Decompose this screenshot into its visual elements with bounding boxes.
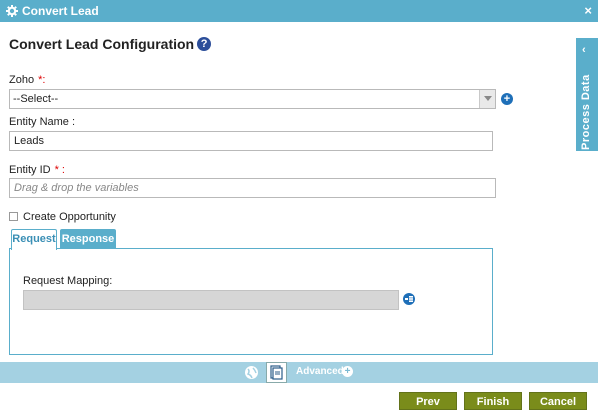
gear-icon [5,4,19,18]
convert-lead-dialog: Convert Lead × Convert Lead Configuratio… [0,0,598,416]
entity-name-label: Entity Name : [9,116,76,128]
page-title-text: Convert Lead Configuration [9,36,195,52]
zoho-label-text: Zoho [9,74,35,86]
entity-id-label: Entity ID * : [9,164,65,176]
add-connection-icon[interactable]: + [501,93,513,105]
close-icon[interactable]: × [584,3,592,19]
help-icon[interactable]: ? [197,37,212,51]
create-opportunity-label: Create Opportunity [23,211,116,223]
tab-response[interactable]: Response [60,229,116,249]
page-title: Convert Lead Configuration ? [9,36,212,52]
required-mark: * : [54,164,65,176]
request-mapping-label: Request Mapping: [23,275,113,287]
create-opportunity-checkbox[interactable] [9,212,18,221]
title-bar: Convert Lead × [0,0,598,22]
entity-id-label-text: Entity ID [9,164,51,176]
process-data-tab[interactable]: ‹ Process Data [576,38,598,151]
advanced-label[interactable]: Advanced [296,366,344,377]
required-mark: *: [38,74,46,86]
mapping-icon[interactable] [403,293,415,305]
zoho-select-value: --Select-- [13,93,59,105]
chevron-left-icon: ‹ [582,44,586,56]
prev-button[interactable]: Prev [399,392,457,410]
entity-id-field[interactable]: Drag & drop the variables [9,178,496,198]
expand-advanced-icon[interactable]: + [342,366,353,377]
zoho-select[interactable]: --Select-- [9,89,496,109]
cancel-button[interactable]: Cancel [529,392,587,410]
process-data-label: Process Data [580,74,592,150]
finish-button[interactable]: Finish [464,392,522,410]
tab-request[interactable]: Request [11,229,57,250]
request-mapping-field[interactable] [23,290,399,310]
dialog-title: Convert Lead [22,4,99,18]
entity-name-field[interactable]: Leads [9,131,493,151]
globe-icon[interactable] [244,365,259,380]
document-icon[interactable] [266,362,287,383]
zoho-label: Zoho *: [9,74,45,86]
chevron-down-icon[interactable] [479,90,495,108]
